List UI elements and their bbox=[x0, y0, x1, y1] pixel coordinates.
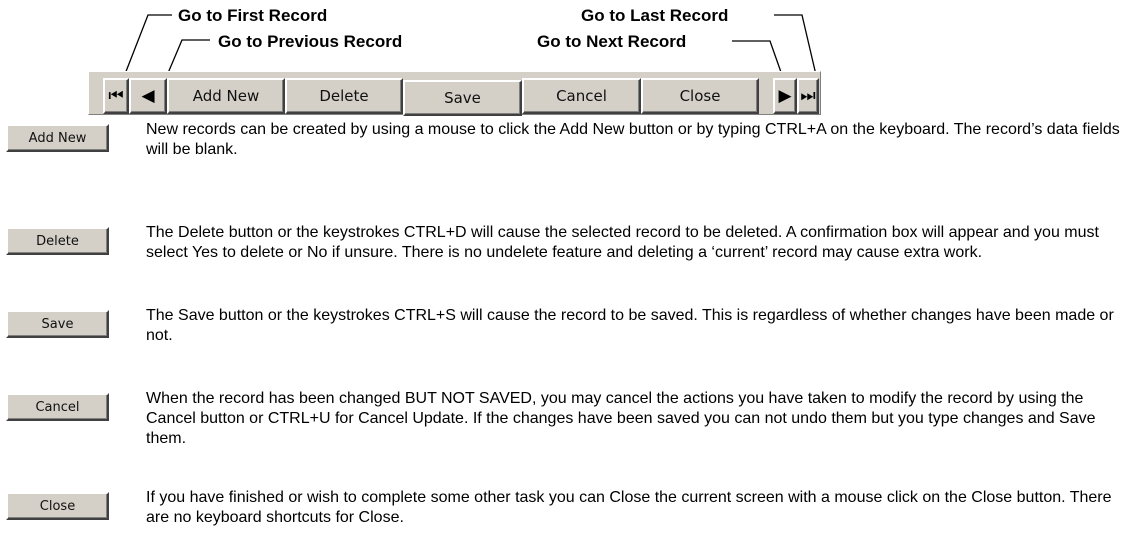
first-record-icon: ⏮ bbox=[108, 86, 124, 106]
record-navigation-toolbar: ⏮ ◀ Add New Delete Save Cancel Close ▶ ⏭ bbox=[88, 71, 821, 116]
close-sample-button[interactable]: Close bbox=[6, 492, 109, 520]
close-description: If you have finished or wish to complete… bbox=[146, 489, 1112, 526]
next-record-button[interactable]: ▶ bbox=[773, 78, 797, 114]
previous-record-icon: ◀ bbox=[141, 86, 155, 106]
first-record-button[interactable]: ⏮ bbox=[103, 78, 129, 114]
add-new-button[interactable]: Add New bbox=[167, 78, 285, 114]
callout-last-record: Go to Last Record bbox=[581, 6, 729, 25]
close-button[interactable]: Close bbox=[641, 78, 759, 114]
callout-next-record: Go to Next Record bbox=[537, 32, 687, 51]
callout-first-record: Go to First Record bbox=[178, 6, 328, 25]
delete-description: The Delete button or the keystrokes CTRL… bbox=[146, 224, 1099, 261]
previous-record-button[interactable]: ◀ bbox=[129, 78, 167, 114]
cancel-description: When the record has been changed BUT NOT… bbox=[146, 390, 1096, 447]
last-record-button[interactable]: ⏭ bbox=[797, 78, 819, 114]
save-button[interactable]: Save bbox=[403, 80, 522, 116]
add-new-sample-button[interactable]: Add New bbox=[6, 124, 109, 152]
cancel-sample-button[interactable]: Cancel bbox=[6, 393, 109, 421]
cancel-button[interactable]: Cancel bbox=[522, 78, 641, 114]
last-record-icon: ⏭ bbox=[800, 86, 816, 106]
callout-previous-record: Go to Previous Record bbox=[218, 32, 403, 51]
add-new-description: New records can be created by using a mo… bbox=[146, 121, 1120, 158]
save-sample-button[interactable]: Save bbox=[6, 310, 109, 338]
next-record-icon: ▶ bbox=[778, 86, 792, 106]
delete-sample-button[interactable]: Delete bbox=[6, 227, 109, 255]
delete-button[interactable]: Delete bbox=[285, 78, 403, 114]
save-description: The Save button or the keystrokes CTRL+S… bbox=[146, 307, 1114, 344]
